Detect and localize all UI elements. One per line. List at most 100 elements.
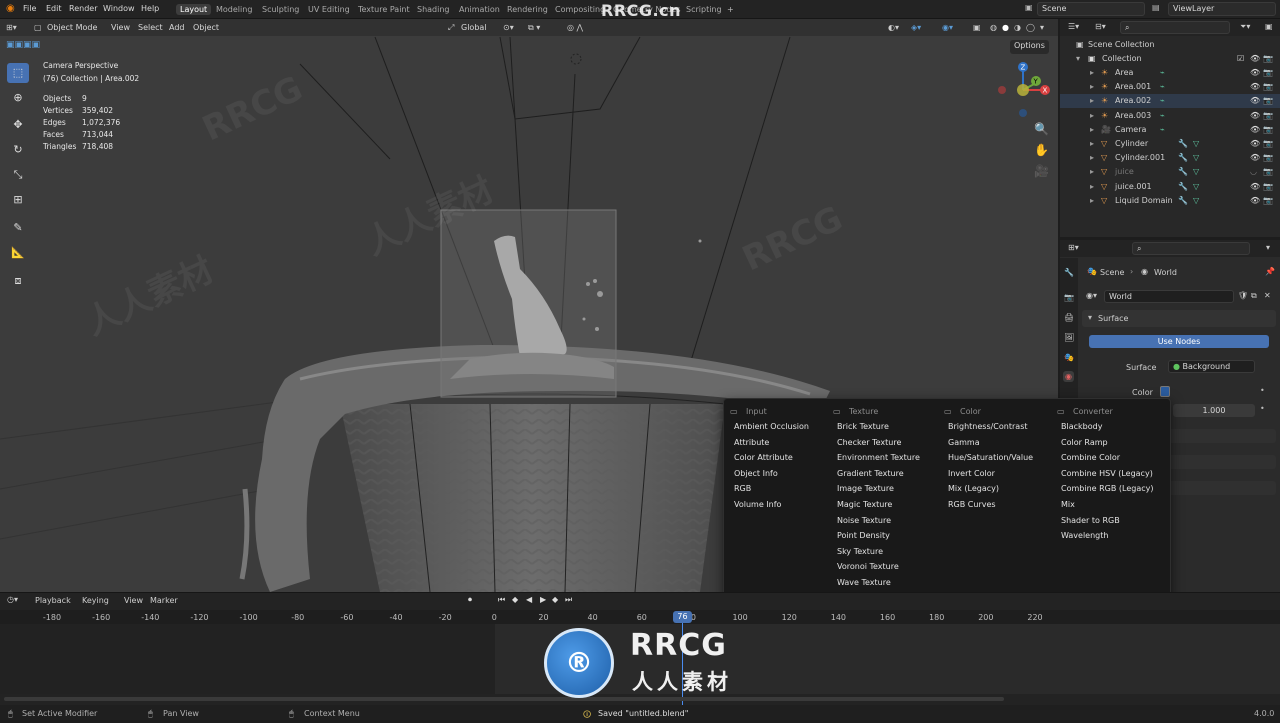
modifier-icon[interactable]: 🔧: [1178, 196, 1188, 205]
current-frame-indicator[interactable]: 76: [673, 611, 692, 623]
outliner-item-area-002[interactable]: ▸ ☀ Area.002 ⌁ 👁 📷: [1060, 94, 1280, 109]
menu-item-volume-info[interactable]: Volume Info: [728, 497, 809, 513]
camera-restrict-icon[interactable]: 📷: [1263, 167, 1273, 176]
surface-shader-field[interactable]: ● Background: [1168, 360, 1255, 373]
menu-edit[interactable]: Edit: [46, 4, 62, 13]
properties-search-input[interactable]: ⌕: [1132, 242, 1250, 255]
camera-restrict-icon[interactable]: 📷: [1263, 125, 1273, 134]
proportional-edit-icon[interactable]: ◎ ⋀: [567, 23, 583, 32]
snap-icon[interactable]: ⧉ ▾: [528, 23, 540, 33]
new-collection-icon[interactable]: ▣: [1265, 22, 1273, 31]
modifier-icon[interactable]: 🔧: [1178, 139, 1188, 148]
tab-scripting[interactable]: Scripting: [686, 5, 722, 14]
eye-icon[interactable]: 👁: [1250, 125, 1260, 134]
expand-arrow-icon[interactable]: ▸: [1090, 139, 1094, 148]
expand-arrow-icon[interactable]: ▸: [1090, 68, 1094, 77]
transform-tool-icon[interactable]: ⊞: [7, 190, 29, 210]
data-link-icon[interactable]: ⌁: [1160, 82, 1165, 91]
viewlayer-icon[interactable]: ▤: [1152, 3, 1160, 12]
data-link-icon[interactable]: ⌁: [1160, 68, 1165, 77]
menu-item-point-density[interactable]: Point Density: [831, 528, 920, 544]
outliner-item-liquid-domain[interactable]: ▸ ▽ Liquid Domain 🔧 ▽ 👁 📷: [1060, 194, 1280, 208]
menu-keying[interactable]: Keying: [82, 596, 109, 605]
menu-item-brightness-contrast[interactable]: Brightness/Contrast: [942, 419, 1033, 435]
expand-arrow-icon[interactable]: ▸: [1090, 196, 1094, 205]
menu-object[interactable]: Object: [193, 23, 219, 32]
play-reverse-icon[interactable]: ◀: [526, 595, 532, 604]
color-socket-button[interactable]: [1160, 386, 1170, 397]
camera-restrict-icon[interactable]: 📷: [1263, 54, 1273, 63]
outliner-item-juice[interactable]: ▸ ▽ juice 🔧 ▽ ◡ 📷: [1060, 165, 1280, 179]
scale-tool-icon[interactable]: ⤡: [7, 165, 29, 185]
menu-item-gradient-texture[interactable]: Gradient Texture: [831, 466, 920, 482]
tab-animation[interactable]: Animation: [459, 5, 500, 14]
tab-modeling[interactable]: Modeling: [216, 5, 252, 14]
editor-type-icon[interactable]: ⊞▾: [6, 23, 17, 32]
expand-arrow-icon[interactable]: ▾: [1076, 54, 1080, 63]
prev-keyframe-icon[interactable]: ◆: [512, 595, 518, 604]
menu-item-combine-hsv-legacy-[interactable]: Combine HSV (Legacy): [1055, 466, 1154, 482]
move-tool-icon[interactable]: ✥: [7, 115, 29, 135]
menu-item-color-attribute[interactable]: Color Attribute: [728, 450, 809, 466]
mode-selector[interactable]: Object Mode: [47, 23, 97, 32]
eye-icon[interactable]: 👁: [1250, 153, 1260, 162]
menu-item-wavelength[interactable]: Wavelength: [1055, 528, 1154, 544]
tab-texture-paint[interactable]: Texture Paint: [358, 5, 410, 14]
mesh-data-icon[interactable]: ▽: [1193, 167, 1199, 176]
expand-arrow-icon[interactable]: ▸: [1090, 153, 1094, 162]
camera-restrict-icon[interactable]: 📷: [1263, 182, 1273, 191]
mesh-data-icon[interactable]: ▽: [1193, 196, 1199, 205]
menu-item-shader-to-rgb[interactable]: Shader to RGB: [1055, 513, 1154, 529]
modifier-icon[interactable]: 🔧: [1178, 182, 1188, 191]
expand-arrow-icon[interactable]: ▸: [1090, 167, 1094, 176]
menu-item-invert-color[interactable]: Invert Color: [942, 466, 1033, 482]
shading-solid-icon[interactable]: ●: [1002, 23, 1009, 32]
outliner-item-cylinder[interactable]: ▸ ▽ Cylinder 🔧 ▽ 👁 📷: [1060, 137, 1280, 151]
menu-item-color-ramp[interactable]: Color Ramp: [1055, 435, 1154, 451]
tab-layout[interactable]: Layout: [176, 4, 212, 15]
eye-icon[interactable]: ◡: [1250, 167, 1257, 176]
pan-hand-icon[interactable]: ✋: [1034, 143, 1049, 157]
menu-window[interactable]: Window: [103, 4, 135, 13]
display-mode-icon[interactable]: ⊟▾: [1095, 22, 1106, 31]
menu-item-ambient-occlusion[interactable]: Ambient Occlusion: [728, 419, 809, 435]
zoom-icon[interactable]: 🔍: [1034, 122, 1049, 136]
select-tool-icon[interactable]: ⬚: [7, 63, 29, 83]
menu-select[interactable]: Select: [138, 23, 163, 32]
render-tab-icon[interactable]: 📷: [1064, 293, 1074, 302]
expand-arrow-icon[interactable]: ▸: [1090, 125, 1094, 134]
fake-user-icon[interactable]: 🛡: [1238, 291, 1248, 300]
menu-item-image-texture[interactable]: Image Texture: [831, 481, 920, 497]
shading-options-icon[interactable]: ▾: [1040, 23, 1044, 32]
breadcrumb-scene[interactable]: Scene: [1100, 268, 1124, 277]
outliner-item-area[interactable]: ▸ ☀ Area ⌁ 👁 📷: [1060, 66, 1280, 80]
scene-selector[interactable]: Scene: [1037, 2, 1145, 16]
tool-tab-icon[interactable]: 🔧: [1064, 268, 1074, 277]
properties-options-icon[interactable]: ▾: [1266, 243, 1270, 252]
gizmo-toggle-icon[interactable]: ◈▾: [911, 23, 921, 32]
camera-view-icon[interactable]: 🎥: [1034, 164, 1049, 178]
collection-row[interactable]: ▾ ▣ Collection ☑ 👁 📷: [1060, 52, 1280, 66]
expand-arrow-icon[interactable]: ▸: [1090, 96, 1094, 105]
jump-start-icon[interactable]: ⏮: [498, 595, 505, 605]
annotate-tool-icon[interactable]: ✎: [7, 218, 29, 238]
add-cube-tool-icon[interactable]: ⧈: [7, 271, 29, 291]
menu-item-hue-saturation-value[interactable]: Hue/Saturation/Value: [942, 450, 1033, 466]
tab-shading[interactable]: Shading: [417, 5, 450, 14]
menu-item-rgb[interactable]: RGB: [728, 481, 809, 497]
menu-render[interactable]: Render: [69, 4, 97, 13]
outliner-item-area-001[interactable]: ▸ ☀ Area.001 ⌁ 👁 📷: [1060, 80, 1280, 94]
checkbox-icon[interactable]: ☑: [1237, 54, 1244, 63]
outliner-search-input[interactable]: ⌕: [1120, 21, 1230, 34]
outliner-item-cylinder-001[interactable]: ▸ ▽ Cylinder.001 🔧 ▽ 👁 📷: [1060, 151, 1280, 165]
menu-item-checker-texture[interactable]: Checker Texture: [831, 435, 920, 451]
eye-icon[interactable]: 👁: [1250, 182, 1260, 191]
tab-compositing[interactable]: Compositing: [555, 5, 605, 14]
eye-icon[interactable]: 👁: [1250, 54, 1260, 63]
menu-item-brick-texture[interactable]: Brick Texture: [831, 419, 920, 435]
menu-item-combine-color[interactable]: Combine Color: [1055, 450, 1154, 466]
camera-restrict-icon[interactable]: 📷: [1263, 153, 1273, 162]
menu-item-combine-rgb-legacy-[interactable]: Combine RGB (Legacy): [1055, 481, 1154, 497]
record-icon[interactable]: ⏺: [468, 595, 472, 605]
navigation-gizmo[interactable]: Z X Y: [990, 59, 1058, 129]
